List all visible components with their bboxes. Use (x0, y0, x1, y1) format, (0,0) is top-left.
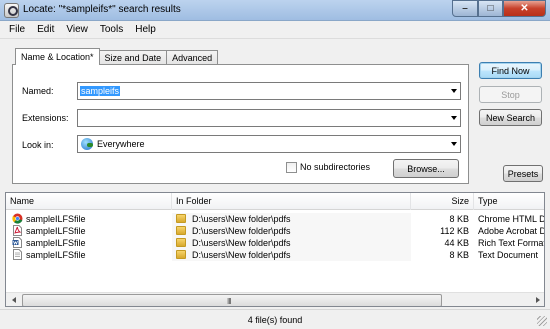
lookin-combobox[interactable]: Everywhere (77, 135, 461, 153)
result-name: sampleILFSfile (26, 214, 86, 224)
result-type: Text Document (478, 250, 539, 260)
chevron-down-icon[interactable] (451, 116, 457, 120)
result-row[interactable]: sampleILFSfile D:\users\New folder\pdfs … (6, 213, 545, 225)
find-now-button[interactable]: Find Now (479, 62, 542, 79)
close-button[interactable]: ✕ (503, 0, 546, 17)
window-title: Locate: "*sampleifs*" search results (23, 4, 181, 15)
result-name: sampleILFSfile (26, 250, 86, 260)
result-size: 8 KB (449, 250, 469, 260)
menu-tools[interactable]: Tools (94, 24, 129, 35)
result-size: 44 KB (444, 238, 469, 248)
chevron-down-icon[interactable] (451, 142, 457, 146)
locate-app-icon[interactable] (4, 3, 19, 18)
minimize-button[interactable]: – (452, 0, 478, 17)
new-search-button[interactable]: New Search (479, 109, 542, 126)
maximize-button[interactable]: □ (478, 0, 503, 17)
scroll-left-icon[interactable] (12, 297, 16, 303)
lookin-value: Everywhere (97, 139, 145, 149)
lookin-label: Look in: (22, 140, 54, 150)
window-controls: – □ ✕ (452, 0, 546, 18)
globe-icon (81, 138, 93, 150)
result-folder: D:\users\New folder\pdfs (192, 238, 291, 248)
chevron-down-icon[interactable] (451, 89, 457, 93)
horizontal-scrollbar[interactable]: III (6, 292, 544, 306)
main-panel: Name & Location* Size and Date Advanced … (0, 39, 550, 329)
tab-advanced[interactable]: Advanced (166, 50, 219, 65)
menu-view[interactable]: View (60, 24, 94, 35)
rtf-icon (12, 237, 22, 248)
menu-file[interactable]: File (3, 24, 31, 35)
result-name: sampleILFSfile (26, 226, 86, 236)
extensions-combobox[interactable] (77, 109, 461, 127)
result-size: 112 KB (440, 226, 469, 236)
result-row[interactable]: sampleILFSfile D:\users\New folder\pdfs … (6, 225, 545, 237)
named-label: Named: (22, 86, 54, 96)
locate-window: Locate: "*sampleifs*" search results – □… (0, 0, 550, 329)
status-text: 4 file(s) found (247, 315, 303, 325)
result-row[interactable]: sampleILFSfile D:\users\New folder\pdfs … (6, 237, 545, 249)
folder-icon (176, 226, 186, 235)
maximize-icon: □ (487, 3, 494, 14)
named-combobox[interactable]: sampleifs (77, 82, 461, 100)
result-size: 8 KB (449, 214, 469, 224)
result-name: sampleILFSfile (26, 238, 86, 248)
text-doc-icon (13, 249, 22, 260)
tab-name-location[interactable]: Name & Location* (15, 48, 100, 65)
pdf-icon (13, 225, 22, 236)
resize-grip-icon[interactable] (537, 316, 547, 326)
no-subdirectories-label[interactable]: No subdirectories (300, 162, 370, 172)
title-bar[interactable]: Locate: "*sampleifs*" search results – □… (0, 0, 550, 21)
result-type: Rich Text Format (478, 238, 545, 248)
name-location-page: Named: sampleifs Extensions: Look in: Ev… (12, 64, 469, 184)
scrollbar-thumb[interactable]: III (22, 294, 442, 306)
menu-help[interactable]: Help (129, 24, 162, 35)
result-type: Adobe Acrobat D (478, 226, 545, 236)
named-value: sampleifs (80, 86, 121, 96)
column-size[interactable]: Size (411, 193, 474, 210)
folder-icon (176, 214, 186, 223)
result-folder: D:\users\New folder\pdfs (192, 226, 291, 236)
browse-button[interactable]: Browse... (393, 159, 459, 178)
menu-bar: File Edit View Tools Help (0, 21, 550, 39)
results-column-header: Name In Folder Size Type (6, 193, 544, 210)
result-row[interactable]: sampleILFSfile D:\users\New folder\pdfs … (6, 249, 544, 261)
result-folder: D:\users\New folder\pdfs (192, 250, 291, 260)
results-list[interactable]: Name In Folder Size Type sampleILFSfile … (5, 192, 545, 307)
no-subdirectories-checkbox[interactable] (286, 162, 297, 173)
minimize-icon: – (462, 3, 468, 14)
folder-icon (176, 250, 186, 259)
search-tabs: Name & Location* Size and Date Advanced (15, 48, 219, 65)
column-type[interactable]: Type (474, 193, 544, 210)
scrollbar-grip: III (227, 297, 232, 306)
column-name[interactable]: Name (6, 193, 172, 210)
status-bar: 4 file(s) found (0, 309, 550, 329)
tab-size-date[interactable]: Size and Date (98, 50, 168, 65)
folder-icon (176, 238, 186, 247)
extensions-label: Extensions: (22, 113, 69, 123)
close-icon: ✕ (520, 3, 529, 14)
result-type: Chrome HTML Do (478, 214, 545, 224)
presets-button[interactable]: Presets (503, 165, 543, 182)
stop-button[interactable]: Stop (479, 86, 542, 103)
chrome-html-icon (12, 213, 23, 224)
result-folder: D:\users\New folder\pdfs (192, 214, 291, 224)
scroll-right-icon[interactable] (536, 297, 540, 303)
menu-edit[interactable]: Edit (31, 24, 60, 35)
column-in-folder[interactable]: In Folder (172, 193, 411, 210)
